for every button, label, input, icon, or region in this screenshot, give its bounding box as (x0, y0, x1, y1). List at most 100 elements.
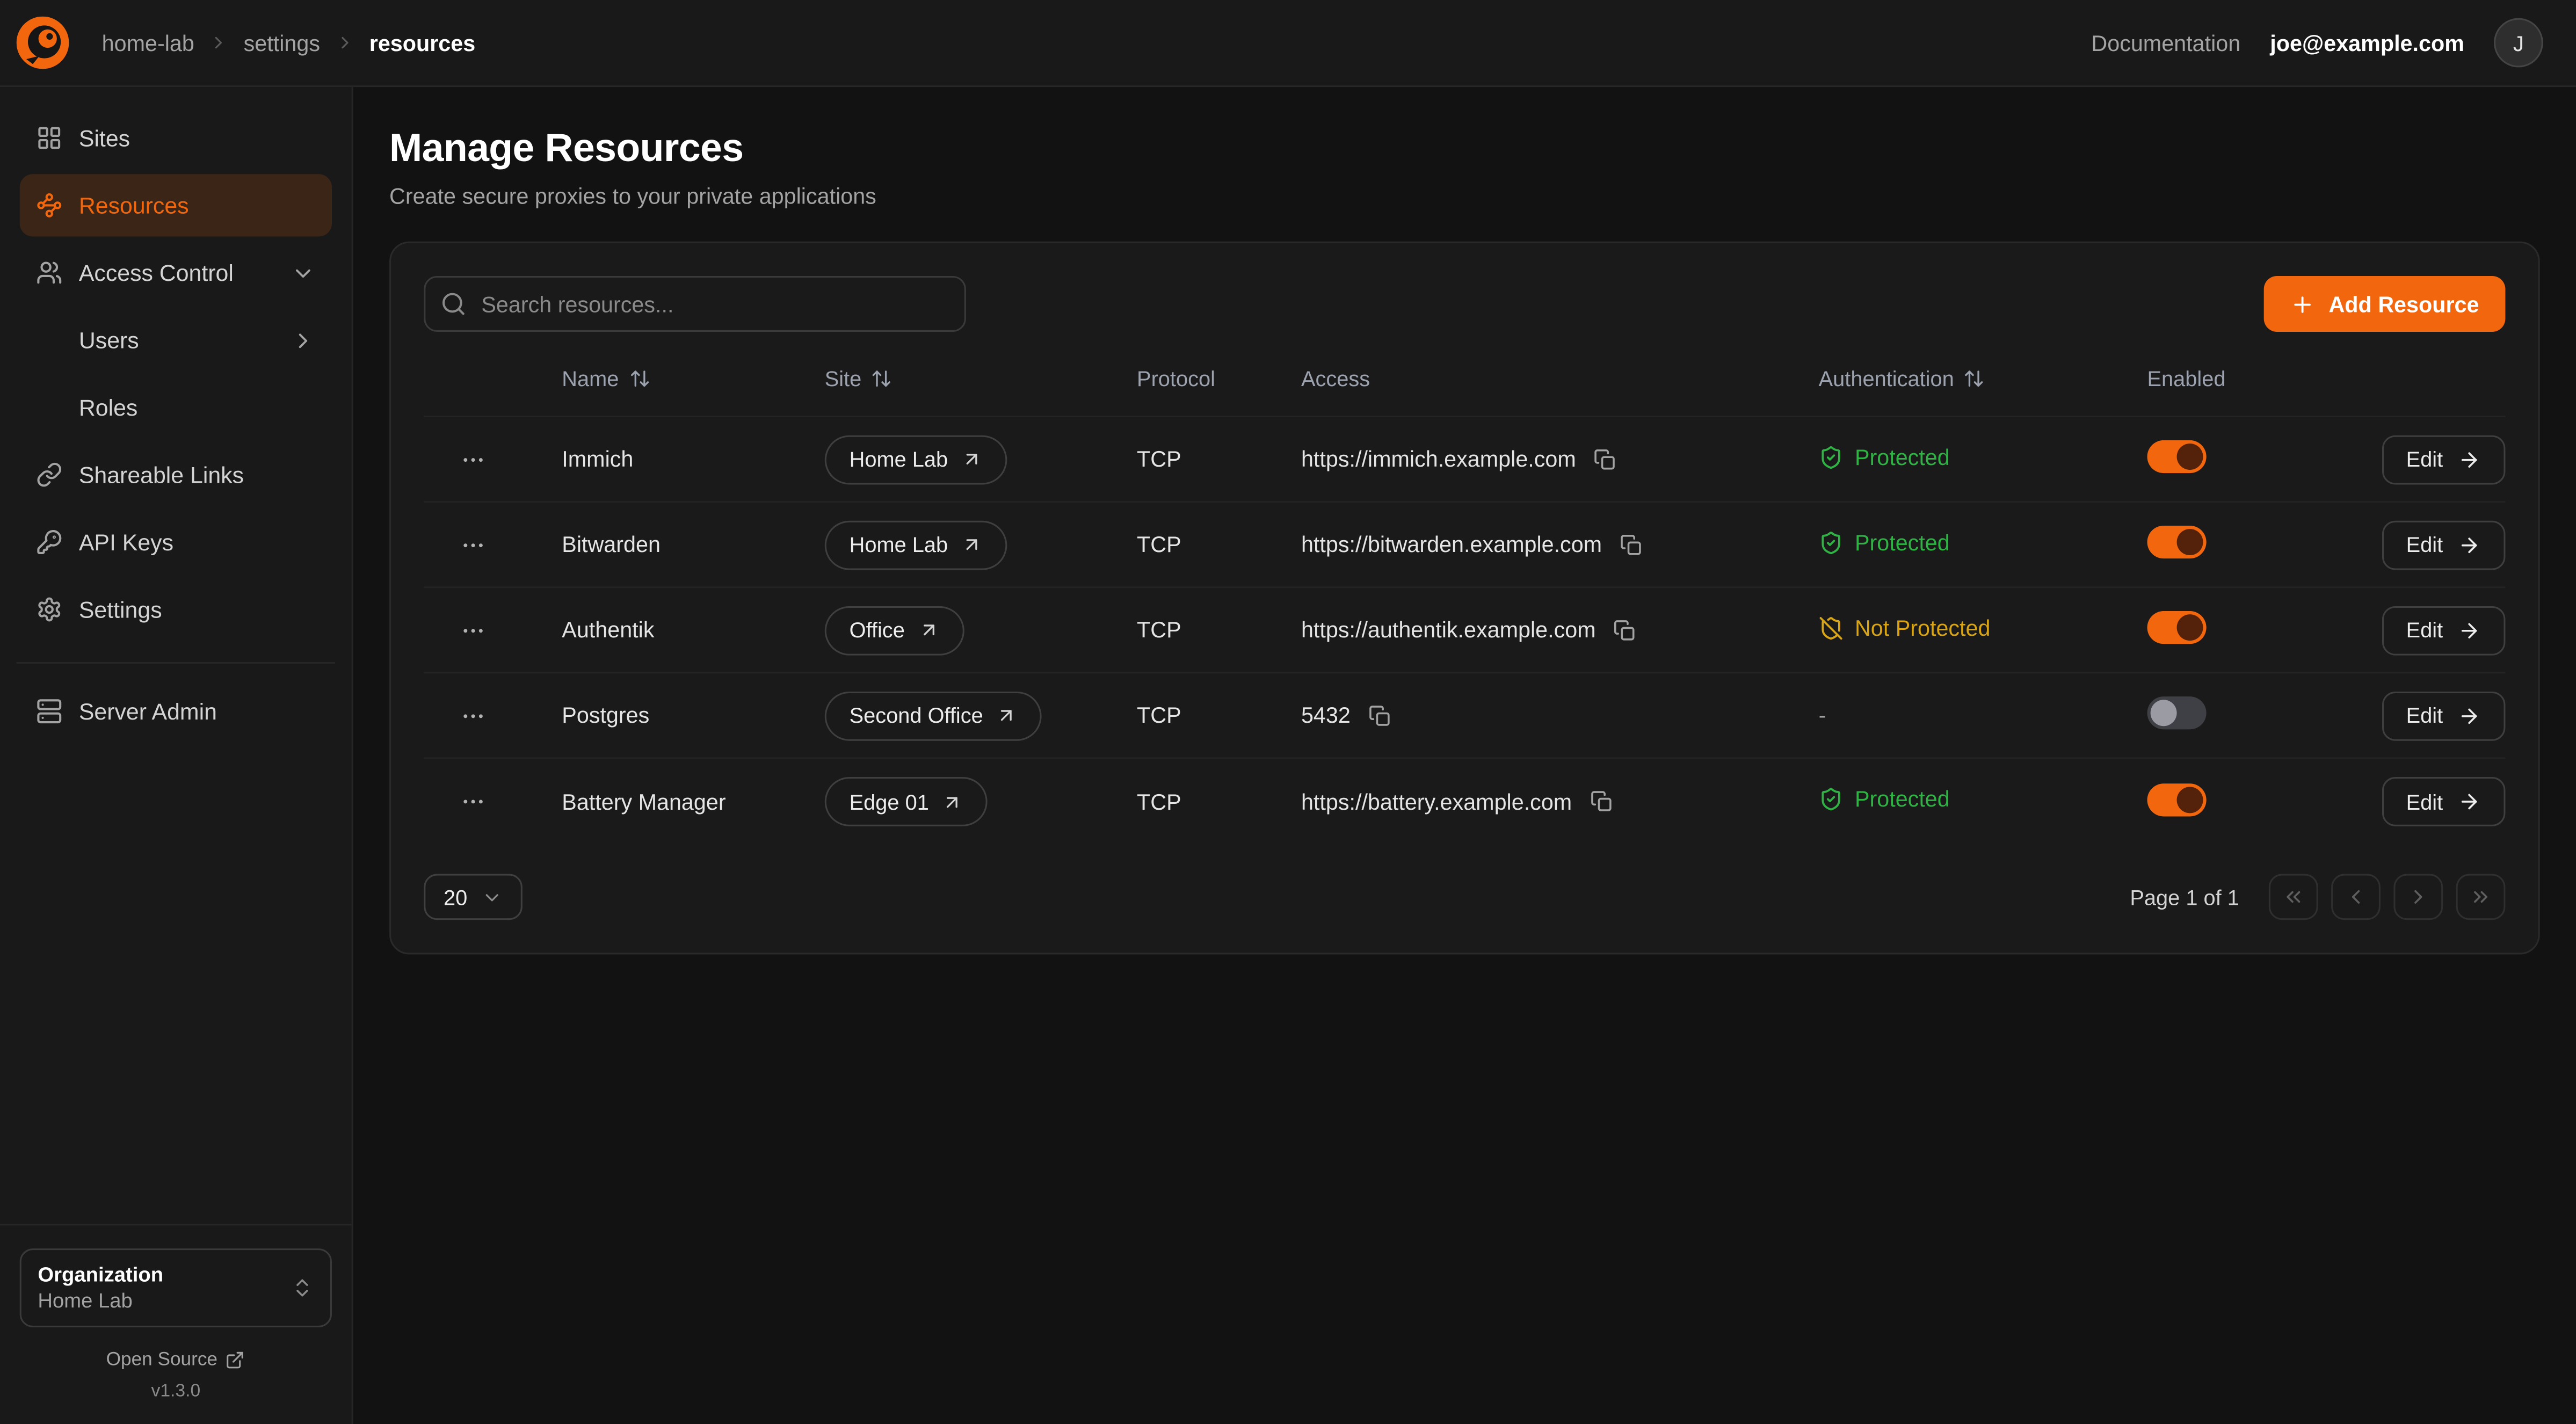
search-box (424, 276, 966, 332)
add-resource-label: Add Resource (2328, 292, 2479, 316)
sidebar-item-users[interactable]: Users (20, 309, 332, 371)
row-actions-menu-button[interactable] (453, 611, 492, 650)
documentation-link[interactable]: Documentation (2091, 31, 2240, 55)
sidebar-item-label: Users (79, 327, 139, 353)
sidebar-item-label: Resources (79, 192, 189, 219)
sidebar-item-roles[interactable]: Roles (20, 376, 332, 439)
edit-cell: Edit (2361, 434, 2505, 484)
arrow-up-right-icon (918, 619, 939, 641)
edit-button[interactable]: Edit (2382, 691, 2506, 740)
auth-status-badge: Protected (1819, 787, 1950, 811)
enabled-toggle[interactable] (2147, 783, 2207, 816)
row-menu-cell (424, 782, 562, 821)
auth-status-badge: Protected (1819, 445, 1950, 469)
sidebar-divider (17, 662, 336, 664)
chevrons-right-icon (2469, 885, 2492, 909)
row-actions-menu-button[interactable] (453, 439, 492, 478)
column-header-authentication[interactable]: Authentication (1819, 366, 2147, 391)
sidebar-item-shareable-links[interactable]: Shareable Links (20, 444, 332, 506)
search-input[interactable] (424, 276, 966, 332)
chevron-right-icon (209, 33, 229, 53)
site-link-button[interactable]: Home Lab (825, 520, 1007, 569)
main-content: Manage Resources Create secure proxies t… (353, 87, 2576, 1424)
table-row: Immich Home Lab TCP https://immich.examp… (424, 417, 2505, 503)
auth-status-text: Protected (1855, 530, 1950, 555)
resource-name: Authentik (562, 617, 824, 642)
edit-button[interactable]: Edit (2382, 605, 2506, 655)
protocol-value: TCP (1137, 532, 1301, 557)
copy-button[interactable] (1610, 615, 1640, 645)
pagination-next-button[interactable] (2393, 874, 2443, 920)
enabled-toggle[interactable] (2147, 440, 2207, 473)
edit-label: Edit (2406, 789, 2443, 814)
table-row: Battery Manager Edge 01 TCP https://batt… (424, 759, 2505, 844)
column-header-name[interactable]: Name (562, 366, 824, 391)
column-label: Access (1301, 366, 1370, 391)
sidebar-item-label: Server Admin (79, 698, 217, 724)
site-name: Office (850, 617, 905, 642)
site-link-button[interactable]: Home Lab (825, 434, 1007, 484)
auth-status-badge: - (1819, 703, 1826, 728)
copy-button[interactable] (1617, 530, 1646, 560)
row-menu-cell (424, 611, 562, 650)
access-cell: 5432 (1301, 701, 1819, 730)
page-info: Page 1 of 1 (2130, 884, 2239, 909)
row-actions-menu-button[interactable] (453, 525, 492, 564)
site-link-button[interactable]: Edge 01 (825, 777, 988, 826)
sidebar-item-sites[interactable]: Sites (20, 107, 332, 169)
site-link-button[interactable]: Office (825, 605, 964, 655)
row-actions-menu-button[interactable] (453, 696, 492, 735)
sidebar-item-api-keys[interactable]: API Keys (20, 511, 332, 573)
pagination-first-button[interactable] (2269, 874, 2318, 920)
sidebar-item-access-control[interactable]: Access Control (20, 242, 332, 304)
edit-button[interactable]: Edit (2382, 520, 2506, 569)
avatar[interactable]: J (2494, 18, 2543, 68)
sort-icon (872, 368, 893, 389)
add-resource-button[interactable]: Add Resource (2265, 276, 2505, 332)
plus-icon (2291, 292, 2316, 316)
edit-button[interactable]: Edit (2382, 434, 2506, 484)
access-cell: https://immich.example.com (1301, 445, 1819, 474)
column-header-site[interactable]: Site (825, 366, 1137, 391)
pagination-last-button[interactable] (2456, 874, 2506, 920)
edit-cell: Edit (2361, 520, 2505, 569)
sidebar-item-settings[interactable]: Settings (20, 578, 332, 641)
org-switcher[interactable]: Organization Home Lab (20, 1248, 332, 1327)
chevron-right-icon (291, 328, 315, 352)
access-cell: https://authentik.example.com (1301, 615, 1819, 645)
access-value: https://authentik.example.com (1301, 617, 1596, 642)
breadcrumb-home-lab[interactable]: home-lab (102, 31, 194, 55)
breadcrumb-settings[interactable]: settings (244, 31, 320, 55)
copy-button[interactable] (1587, 787, 1616, 816)
sidebar-item-resources[interactable]: Resources (20, 174, 332, 236)
access-value: 5432 (1301, 703, 1351, 728)
copy-button[interactable] (1591, 445, 1620, 474)
edit-label: Edit (2406, 447, 2443, 471)
resource-name: Postgres (562, 703, 824, 728)
sidebar-item-server-admin[interactable]: Server Admin (20, 680, 332, 743)
access-value: https://immich.example.com (1301, 447, 1576, 471)
ellipsis-icon (460, 617, 487, 643)
edit-cell: Edit (2361, 691, 2505, 740)
app-logo[interactable] (17, 17, 69, 69)
page-size-select[interactable]: 20 (424, 874, 523, 920)
waypoints-icon (36, 192, 62, 219)
auth-status-text: - (1819, 703, 1826, 728)
sidebar-item-label: Sites (79, 125, 130, 151)
enabled-toggle[interactable] (2147, 526, 2207, 558)
arrow-right-icon (2458, 790, 2481, 813)
pagination-prev-button[interactable] (2331, 874, 2381, 920)
enabled-toggle[interactable] (2147, 611, 2207, 644)
copy-button[interactable] (1365, 701, 1395, 730)
arrow-right-icon (2458, 619, 2481, 642)
open-source-link[interactable]: Open Source (20, 1350, 332, 1370)
row-actions-menu-button[interactable] (453, 782, 492, 821)
site-cell: Edge 01 (825, 777, 1137, 826)
site-name: Edge 01 (850, 789, 929, 814)
sort-icon (1964, 368, 1985, 389)
enabled-cell (2147, 440, 2361, 478)
site-link-button[interactable]: Second Office (825, 691, 1042, 740)
edit-button[interactable]: Edit (2382, 777, 2506, 826)
enabled-toggle[interactable] (2147, 696, 2207, 729)
sidebar-item-label: API Keys (79, 529, 173, 555)
